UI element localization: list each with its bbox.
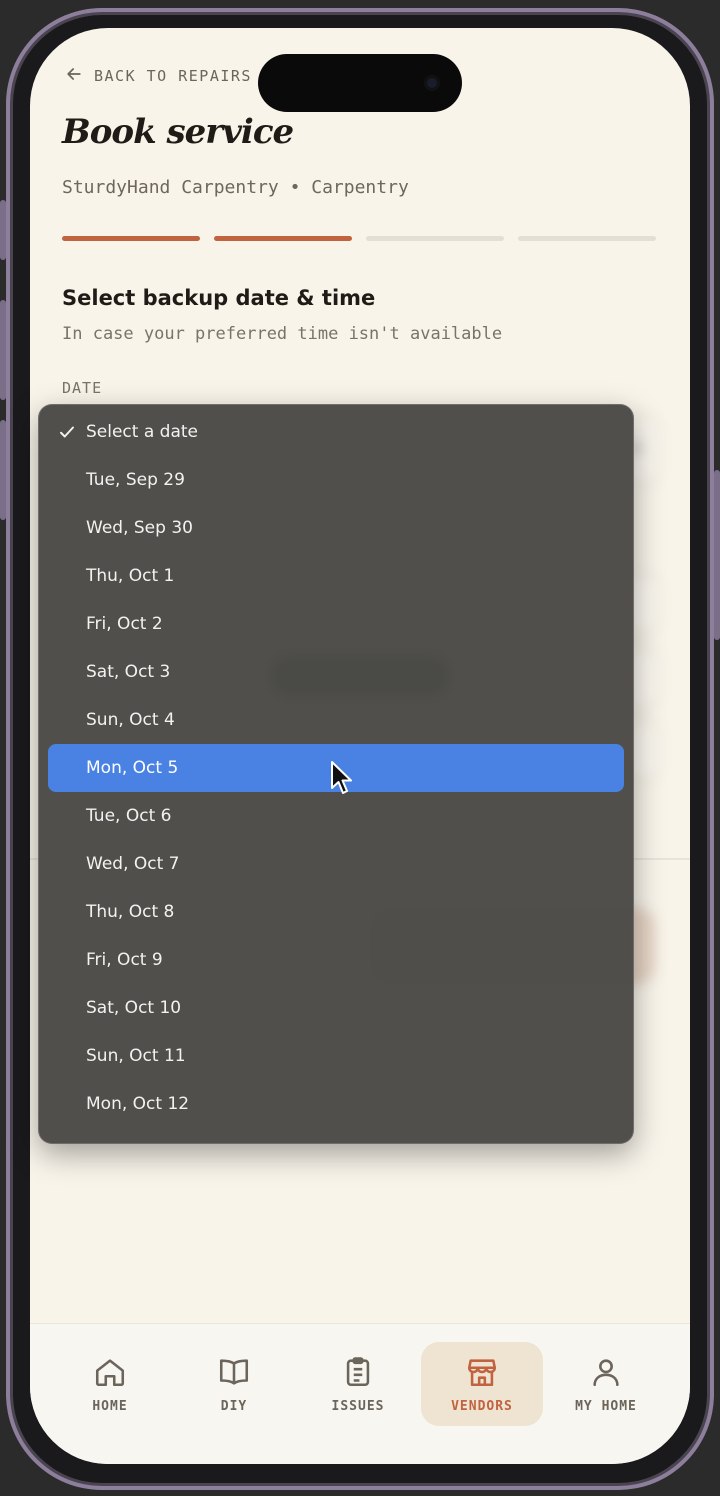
nav-item-issues[interactable]: ISSUES — [297, 1342, 419, 1426]
nav-label: MY HOME — [575, 1398, 637, 1414]
dynamic-island — [258, 54, 462, 112]
side-button — [0, 300, 6, 400]
option-label: Mon, Oct 12 — [86, 1094, 190, 1114]
option-label: Sat, Oct 10 — [86, 998, 182, 1018]
option-label: Wed, Sep 30 — [86, 518, 193, 538]
progress-steps — [62, 236, 656, 241]
arrow-left-icon — [64, 64, 84, 88]
option-label: Mon, Oct 5 — [86, 758, 179, 778]
date-field-label: DATE — [62, 379, 103, 397]
option-label: Wed, Oct 7 — [86, 854, 180, 874]
option-label: Select a date — [86, 422, 199, 442]
back-label: BACK TO REPAIRS — [94, 67, 252, 85]
nav-item-vendors[interactable]: VENDORS — [421, 1342, 543, 1426]
home-icon — [93, 1355, 127, 1393]
option-label: Sun, Oct 11 — [86, 1046, 186, 1066]
dropdown-option[interactable]: Select a date — [48, 408, 624, 456]
dropdown-option[interactable]: Sat, Oct 3 — [48, 648, 624, 696]
dropdown-option[interactable]: Thu, Oct 1 — [48, 552, 624, 600]
option-label: Sat, Oct 3 — [86, 662, 171, 682]
option-label: Fri, Oct 9 — [86, 950, 163, 970]
dropdown-option[interactable]: Fri, Oct 9 — [48, 936, 624, 984]
dropdown-option[interactable]: Tue, Oct 6 — [48, 792, 624, 840]
dropdown-option[interactable]: Thu, Oct 8 — [48, 888, 624, 936]
progress-step — [366, 236, 504, 241]
option-label: Thu, Oct 1 — [86, 566, 175, 586]
nav-item-home[interactable]: HOME — [49, 1342, 171, 1426]
section-title: Select backup date & time — [62, 286, 376, 310]
dropdown-option[interactable]: Wed, Oct 7 — [48, 840, 624, 888]
clipboard-icon — [341, 1355, 375, 1393]
nav-label: VENDORS — [451, 1398, 513, 1414]
back-to-repairs-link[interactable]: BACK TO REPAIRS — [64, 64, 252, 88]
option-label: Tue, Oct 6 — [86, 806, 172, 826]
store-icon — [465, 1355, 499, 1393]
option-label: Sun, Oct 4 — [86, 710, 175, 730]
dropdown-option[interactable]: Wed, Sep 30 — [48, 504, 624, 552]
option-label: Thu, Oct 8 — [86, 902, 175, 922]
nav-item-my-home[interactable]: MY HOME — [545, 1342, 667, 1426]
progress-step — [214, 236, 352, 241]
nav-item-diy[interactable]: DIY — [173, 1342, 295, 1426]
dropdown-option[interactable]: Tue, Sep 29 — [48, 456, 624, 504]
progress-step — [62, 236, 200, 241]
nav-label: HOME — [92, 1398, 128, 1414]
checkmark-icon — [58, 408, 78, 456]
side-button — [714, 470, 720, 640]
mouse-cursor-icon — [331, 761, 352, 794]
user-icon — [589, 1355, 623, 1393]
vendor-subtitle: SturdyHand Carpentry • Carpentry — [62, 177, 409, 198]
option-label: Tue, Sep 29 — [86, 470, 185, 490]
side-button — [0, 200, 6, 260]
dropdown-option[interactable]: Sun, Oct 11 — [48, 1032, 624, 1080]
dropdown-option[interactable]: Fri, Oct 2 — [48, 600, 624, 648]
option-label: Fri, Oct 2 — [86, 614, 163, 634]
book-icon — [217, 1355, 251, 1393]
section-subtitle: In case your preferred time isn't availa… — [62, 324, 503, 344]
nav-label: DIY — [220, 1398, 248, 1414]
dropdown-option[interactable]: Sat, Oct 10 — [48, 984, 624, 1032]
dropdown-option[interactable]: Mon, Oct 12 — [48, 1080, 624, 1128]
bottom-nav: HOME DIY ISSUES VENDORS MY HOME — [30, 1323, 690, 1464]
progress-step — [518, 236, 656, 241]
nav-label: ISSUES — [331, 1398, 385, 1414]
dropdown-option[interactable]: Sun, Oct 4 — [48, 696, 624, 744]
page-title: Book service — [62, 112, 294, 152]
side-button — [0, 420, 6, 520]
